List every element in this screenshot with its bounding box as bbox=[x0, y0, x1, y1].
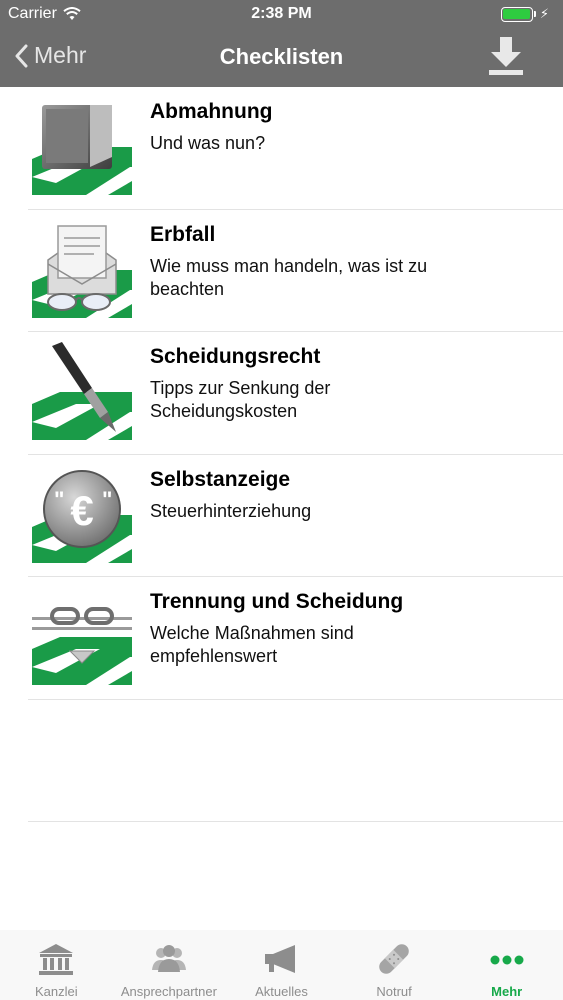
page-title: Checklisten bbox=[219, 44, 344, 69]
broken-chain-icon bbox=[32, 607, 132, 685]
checklist-title: Abmahnung bbox=[150, 100, 273, 123]
checklist-subtitle: Steuerhinterziehung bbox=[150, 500, 312, 521]
wallet-icon bbox=[32, 105, 132, 195]
checklist-title: Erbfall bbox=[150, 222, 216, 246]
checklist-row-trennung-und-scheidung[interactable]: Trennung und Scheidung Welche Maßnahmen … bbox=[0, 577, 563, 700]
checklist-row-erbfall[interactable]: Erbfall Wie muss man handeln, was ist zu… bbox=[0, 210, 563, 332]
checklist-title: Trennung und Scheidung bbox=[150, 590, 404, 613]
checklist-subtitle: Wie muss man handeln, was ist zu beachte… bbox=[150, 255, 428, 299]
tab-label: Ansprechpartner bbox=[120, 984, 217, 999]
tab-mehr[interactable]: Mehr bbox=[450, 930, 563, 1000]
letter-glasses-icon bbox=[32, 224, 132, 318]
checklist-list: Abmahnung Und was nun? Erbfall Wie muss … bbox=[0, 87, 563, 822]
tab-label: Mehr bbox=[491, 984, 523, 999]
checklist-title: Selbstanzeige bbox=[150, 467, 291, 491]
status-bar: Carrier 2:38 PM ⚡ bbox=[0, 0, 563, 28]
tab-ansprechpartner[interactable]: Ansprechpartner bbox=[113, 930, 226, 1000]
checklist-subtitle: Tipps zur Senkung der Scheidungskosten bbox=[150, 378, 331, 421]
download-button[interactable] bbox=[487, 36, 525, 83]
tab-aktuelles[interactable]: Aktuelles bbox=[225, 930, 338, 1000]
svg-text:": " bbox=[102, 487, 112, 512]
tab-label: Kanzlei bbox=[34, 984, 78, 999]
checklist-subtitle: Welche Maßnahmen sind empfehlenswert bbox=[150, 623, 354, 666]
charging-bolt-icon: ⚡ bbox=[539, 6, 549, 21]
battery-icon: ⚡ bbox=[500, 6, 549, 22]
tab-kanzlei[interactable]: Kanzlei bbox=[0, 930, 113, 1000]
empty-list-row bbox=[0, 700, 563, 822]
euro-coin-icon: € " " bbox=[32, 469, 132, 563]
download-icon bbox=[489, 37, 523, 75]
tab-notruf[interactable]: Notruf bbox=[338, 930, 451, 1000]
bank-icon bbox=[39, 944, 74, 975]
bandage-icon bbox=[379, 944, 409, 974]
people-icon bbox=[151, 945, 186, 972]
status-time: 2:38 PM bbox=[251, 5, 312, 22]
fountain-pen-icon bbox=[32, 342, 132, 440]
svg-text:": " bbox=[54, 487, 64, 512]
checklist-row-scheidungsrecht[interactable]: Scheidungsrecht Tipps zur Senkung der Sc… bbox=[0, 332, 563, 455]
tab-label: Aktuelles bbox=[255, 984, 308, 999]
navigation-bar: Mehr Checklisten bbox=[0, 28, 563, 87]
checklist-row-abmahnung[interactable]: Abmahnung Und was nun? bbox=[0, 87, 563, 210]
row-divider bbox=[28, 821, 563, 822]
checklist-row-selbstanzeige[interactable]: € " " Selbstanzeige Steuerhinterziehung bbox=[0, 455, 563, 577]
checklist-title: Scheidungsrecht bbox=[150, 345, 321, 368]
more-dots-icon bbox=[490, 955, 524, 965]
tab-label: Notruf bbox=[376, 984, 412, 999]
tab-bar: Kanzlei Ansprechpartner Aktuelles Notruf… bbox=[0, 930, 563, 1000]
checklist-subtitle: Und was nun? bbox=[150, 133, 266, 153]
svg-text:€: € bbox=[70, 487, 93, 534]
megaphone-icon bbox=[265, 945, 296, 973]
